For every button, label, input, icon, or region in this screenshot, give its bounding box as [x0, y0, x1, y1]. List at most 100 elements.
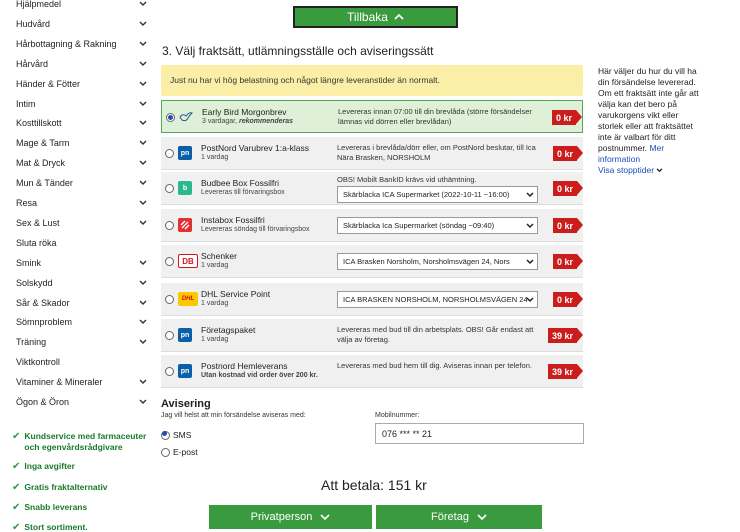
sidebar-category[interactable]: Smink — [16, 254, 148, 272]
sidebar-category[interactable]: Mun & Tänder — [16, 174, 148, 192]
sidebar-category-label: Kosttillskott — [16, 118, 62, 129]
chevron-down-icon[interactable] — [138, 298, 148, 308]
total-amount: Att betala: 151 kr — [321, 477, 427, 493]
db-schenker-logo-icon: DB — [178, 254, 198, 268]
shipping-price-badge: 0 kr — [552, 181, 584, 196]
shipping-option-subtitle: 1 vardag — [201, 262, 228, 269]
chevron-down-icon[interactable] — [138, 19, 148, 29]
check-icon: ✔ — [12, 522, 21, 532]
email-option[interactable]: E-post — [161, 447, 198, 457]
mobile-number-input[interactable]: 076 *** ** 21 — [375, 423, 584, 444]
pickup-point-select[interactable]: Skärblacka ICA Supermarket (2022-10-11 ~… — [337, 186, 538, 203]
sidebar-category[interactable]: Mage & Tarm — [16, 134, 148, 152]
section-title: 3. Välj fraktsätt, utlämningsställe och … — [162, 44, 434, 58]
chevron-down-icon — [656, 168, 663, 173]
sms-option[interactable]: SMS — [161, 430, 191, 440]
chevron-down-icon[interactable] — [138, 79, 148, 89]
chevron-down-icon — [320, 514, 330, 521]
sidebar-category[interactable]: Ögon & Öron — [16, 393, 148, 411]
chevron-down-icon[interactable] — [138, 99, 148, 109]
chevron-down-icon[interactable] — [138, 397, 148, 407]
usp-text: Inga avgifter — [24, 461, 75, 471]
private-person-button[interactable]: Privatperson — [209, 505, 372, 529]
chevron-down-icon[interactable] — [138, 138, 148, 148]
shipping-option-radio[interactable] — [165, 295, 174, 304]
chevron-down-icon[interactable] — [138, 258, 148, 268]
chevron-down-icon[interactable] — [138, 278, 148, 288]
shipping-option-note: rekommenderas — [238, 118, 294, 125]
sidebar-category[interactable]: Resa — [16, 194, 148, 212]
sidebar-category[interactable]: Solskydd — [16, 274, 148, 292]
check-icon: ✔ — [12, 502, 21, 513]
instabox-logo-icon — [178, 218, 192, 232]
chevron-down-icon[interactable] — [138, 39, 148, 49]
pickup-point-select[interactable]: Skärblacka Ica Supermarket (söndag ~09:4… — [337, 217, 538, 234]
shipping-option[interactable]: b Budbee Box Fossilfri Levereras till förv… — [161, 172, 584, 205]
chevron-down-icon[interactable] — [138, 198, 148, 208]
shipping-option-description: Levereras innan 07:00 till din brevlåda … — [338, 107, 532, 126]
back-button[interactable]: Tillbaka — [293, 6, 458, 28]
postnord-logo-icon: pn — [178, 364, 192, 378]
sidebar-category[interactable]: Kosttillskott — [16, 114, 148, 132]
shipping-option-radio[interactable] — [165, 221, 174, 230]
chevron-down-icon[interactable] — [138, 218, 148, 228]
sidebar-category-label: Träning — [16, 337, 47, 348]
shipping-option-name: DHL Service Point — [201, 289, 271, 299]
shipping-option[interactable]: pn Företagspaket 1 vardag Levereras med bud… — [161, 319, 584, 352]
show-stop-times-label: Visa stopptider — [598, 165, 655, 175]
chevron-down-icon[interactable] — [138, 158, 148, 168]
sidebar-category[interactable]: Sluta röka — [16, 234, 148, 252]
sidebar-category[interactable]: Sömnproblem — [16, 313, 148, 331]
pickup-point-select[interactable]: ICA BRASKEN NORSHOLM, NORSHOLMSVÄGEN 24 — [337, 291, 538, 308]
company-button[interactable]: Företag — [376, 505, 542, 529]
sidebar-category[interactable]: Hudvård — [16, 15, 148, 33]
pickup-point-select[interactable]: ICA Brasken Norsholm, Norsholmsvägen 24,… — [337, 253, 538, 270]
chevron-down-icon[interactable] — [138, 59, 148, 69]
sidebar-category[interactable]: Sex & Lust — [16, 214, 148, 232]
sidebar-category[interactable]: Hårvård — [16, 55, 148, 73]
shipping-option[interactable]: DHL DHL Service Point 1 vardag ICA BRASKEN … — [161, 283, 584, 316]
shipping-option-radio[interactable] — [165, 367, 174, 376]
shipping-option[interactable]: Instabox Fossilfri Levereras söndag till … — [161, 209, 584, 242]
sidebar-category-label: Sluta röka — [16, 237, 57, 248]
email-radio[interactable] — [161, 447, 170, 457]
shipping-option-radio[interactable] — [165, 149, 174, 158]
sidebar-category[interactable]: Händer & Fötter — [16, 75, 148, 93]
check-icon: ✔ — [12, 431, 21, 442]
sidebar-category[interactable]: Vitaminer & Mineraler — [16, 373, 148, 391]
chevron-down-icon[interactable] — [138, 118, 148, 128]
sidebar-category[interactable]: Hårbottagning & Rakning — [16, 35, 148, 53]
shipping-option[interactable]: DB Schenker 1 vardag ICA Brasken Norsholm, … — [161, 245, 584, 278]
sidebar-category[interactable]: Hjälpmedel — [16, 0, 148, 13]
sidebar-category[interactable]: Mat & Dryck — [16, 154, 148, 172]
sidebar-category[interactable]: Intim — [16, 95, 148, 113]
chevron-down-icon[interactable] — [138, 0, 148, 9]
shipping-option[interactable]: pn Postnord Hemleverans Utan kostnad vid o… — [161, 355, 584, 388]
chevron-down-icon[interactable] — [138, 377, 148, 387]
chevron-down-icon[interactable] — [138, 178, 148, 188]
shipping-price-badge: 0 kr — [552, 254, 584, 269]
shipping-option-subtitle: Levereras till förvaringsbox — [201, 189, 285, 196]
help-text: Här väljer du hur du vill ha din försänd… — [598, 66, 699, 153]
shipping-option[interactable]: pn PostNord Varubrev 1:a-klass 1 vardag Lev… — [161, 137, 584, 170]
usp-item: ✔ Kundservice med farmaceuter och egenvår… — [12, 431, 152, 453]
pickup-point-value: ICA Brasken Norsholm, Norsholmsvägen 24,… — [343, 257, 510, 266]
sidebar-category-label: Hjälpmedel — [16, 0, 62, 9]
chevron-down-icon[interactable] — [138, 317, 148, 327]
sidebar-category[interactable]: Viktkontroll — [16, 353, 148, 371]
sidebar-category[interactable]: Sår & Skador — [16, 294, 148, 312]
sidebar-category-label: Mun & Tänder — [16, 178, 73, 189]
shipping-option[interactable]: Early Bird Morgonbrev 3 vardagar, rekomme… — [161, 100, 583, 133]
sidebar-category-label: Intim — [16, 98, 36, 109]
sms-radio[interactable] — [161, 430, 170, 440]
shipping-option-radio[interactable] — [166, 113, 175, 122]
shipping-option-description: Levereras i brevlåda/dörr eller, om Post… — [337, 143, 536, 162]
show-stop-times-link[interactable]: Visa stopptider — [598, 165, 663, 175]
chevron-down-icon[interactable] — [138, 337, 148, 347]
shipping-option-radio[interactable] — [165, 257, 174, 266]
shipping-option-radio[interactable] — [165, 331, 174, 340]
chevron-down-icon — [526, 222, 534, 230]
chevron-down-icon — [526, 191, 534, 199]
sidebar-category[interactable]: Träning — [16, 333, 148, 351]
shipping-option-radio[interactable] — [165, 184, 174, 193]
